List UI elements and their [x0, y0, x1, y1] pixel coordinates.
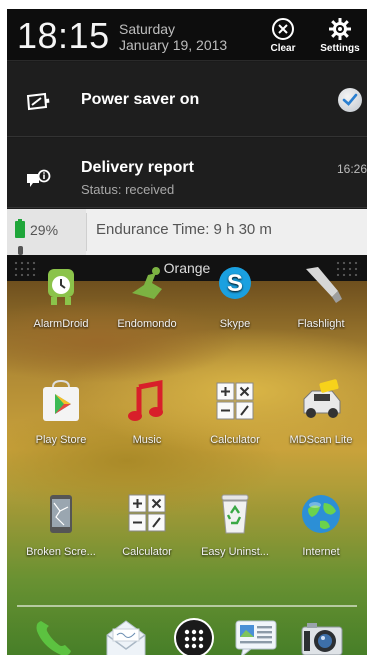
app-label: Music — [132, 434, 162, 446]
message-info-icon — [27, 169, 51, 187]
app-flashlight[interactable]: Flashlight — [277, 263, 365, 330]
clear-icon — [272, 18, 294, 40]
mdscan-icon — [303, 379, 341, 418]
app-endomondo[interactable]: Endomondo — [103, 263, 191, 330]
music-icon — [128, 379, 163, 421]
app-alarmdroid[interactable]: AlarmDroid — [17, 263, 105, 330]
date-block: Saturday January 19, 2013 — [119, 21, 227, 53]
date-label: January 19, 2013 — [119, 37, 228, 53]
clock: 18:15 — [17, 15, 110, 56]
phone-icon[interactable] — [31, 617, 77, 655]
app-label: Calculator — [210, 434, 260, 446]
dock — [7, 609, 367, 655]
phone-screen: 18:15 Saturday January 19, 2013 Clear Se… — [7, 9, 367, 655]
app-play-store[interactable]: Play Store — [17, 379, 105, 446]
app-calculator[interactable]: Calculator — [191, 379, 279, 446]
settings-label: Settings — [320, 43, 360, 54]
app-easy-uninstaller[interactable]: Easy Uninst... — [191, 491, 279, 558]
mail-icon[interactable] — [103, 617, 149, 655]
gear-icon — [329, 18, 351, 40]
app-skype[interactable]: S Skype — [191, 263, 279, 330]
shade-header: 18:15 Saturday January 19, 2013 Clear Se… — [7, 9, 367, 61]
alarm-droid-icon — [48, 269, 74, 305]
home-screen: AlarmDroid Endomondo S Skype Flashlight — [7, 267, 367, 655]
notification-title: Power saver on — [81, 91, 200, 108]
app-label: Play Store — [35, 434, 87, 446]
app-label: AlarmDroid — [33, 318, 89, 330]
camera-icon[interactable] — [299, 617, 345, 655]
endomondo-icon — [132, 267, 162, 299]
app-calculator-2[interactable]: Calculator — [103, 491, 191, 558]
play-store-icon — [43, 379, 79, 421]
svg-text:S: S — [227, 270, 243, 297]
flashlight-icon — [306, 267, 342, 303]
recycle-bin-icon — [221, 494, 249, 534]
app-mdscan-lite[interactable]: MDScan Lite — [277, 379, 365, 446]
battery-saver-icon — [26, 92, 50, 111]
globe-icon — [302, 495, 340, 533]
app-label: Endomondo — [117, 318, 177, 330]
app-label: Flashlight — [297, 318, 345, 330]
app-internet[interactable]: Internet — [277, 491, 365, 558]
skype-icon: S — [219, 267, 251, 299]
clear-button[interactable]: Clear — [260, 17, 306, 57]
calculator-icon — [128, 494, 166, 532]
clear-label: Clear — [270, 43, 296, 54]
app-label: Broken Scre... — [26, 546, 96, 558]
app-music[interactable]: Music — [103, 379, 191, 446]
battery-column: 29% — [7, 209, 86, 255]
app-label: Internet — [302, 546, 340, 558]
check-icon[interactable] — [338, 88, 362, 112]
battery-icon — [15, 219, 25, 238]
app-label: Calculator — [122, 546, 172, 558]
thermometer-icon — [18, 246, 23, 255]
calculator-icon — [216, 382, 254, 420]
dock-divider — [17, 605, 357, 607]
app-label: MDScan Lite — [289, 434, 353, 446]
messages-icon[interactable] — [233, 617, 279, 655]
battery-widget[interactable]: 29% Endurance Time: 9 h 30 m — [7, 209, 367, 255]
widget-divider — [86, 213, 87, 251]
app-broken-screen[interactable]: Broken Scre... — [17, 491, 105, 558]
notification-power-saver[interactable]: Power saver on — [7, 62, 367, 137]
endurance-time: Endurance Time: 9 h 30 m — [96, 221, 272, 238]
app-label: Skype — [219, 318, 251, 330]
app-drawer-icon[interactable] — [171, 617, 217, 655]
notification-title: Delivery report — [81, 159, 194, 176]
notification-time: 16:26 — [336, 162, 367, 176]
day-label: Saturday — [119, 21, 176, 37]
battery-percent: 29% — [30, 222, 59, 238]
notification-subtitle: Status: received — [81, 182, 175, 197]
settings-button[interactable]: Settings — [317, 17, 363, 57]
notification-delivery-report[interactable]: Delivery report Status: received 16:26 — [7, 138, 367, 208]
notification-shade: 18:15 Saturday January 19, 2013 Clear Se… — [7, 9, 367, 255]
app-label: Easy Uninst... — [201, 546, 269, 558]
broken-screen-icon — [50, 495, 72, 533]
